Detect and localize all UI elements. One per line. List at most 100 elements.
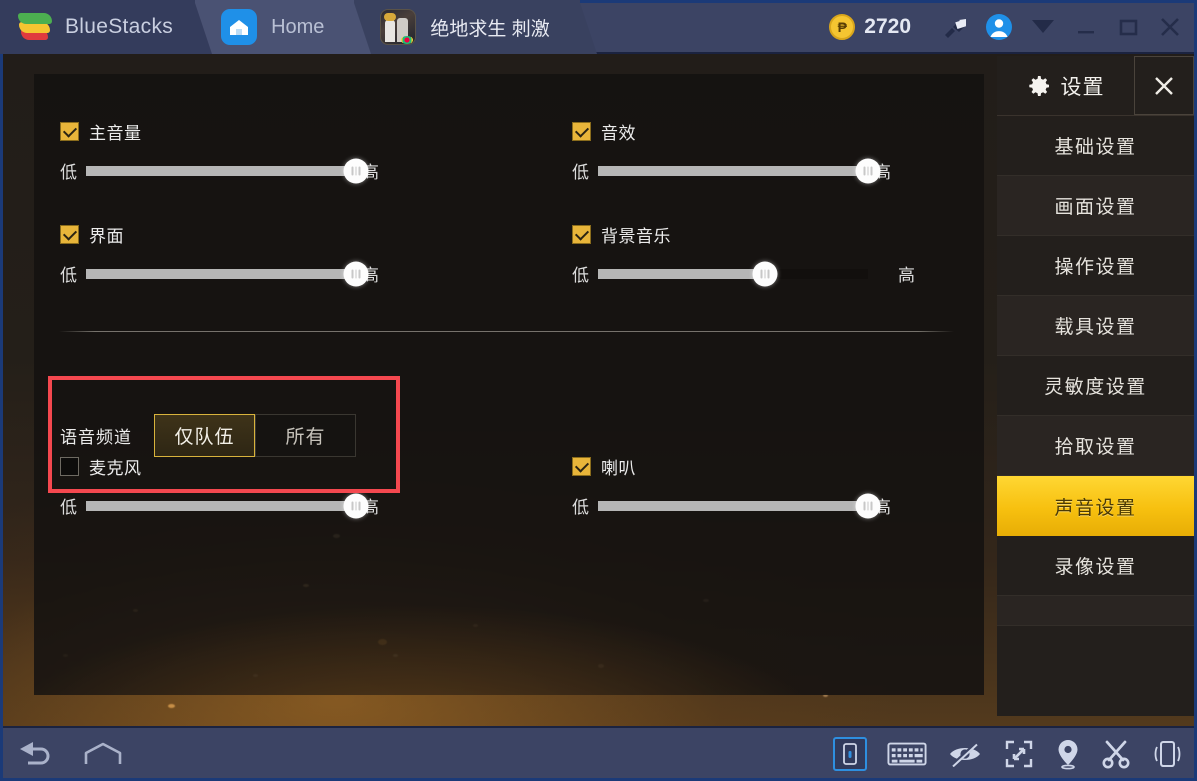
setting-speaker: 喇叭 低 高 xyxy=(572,454,962,518)
slider-low-label: 低 xyxy=(572,163,589,182)
slider-thumb[interactable] xyxy=(855,158,881,183)
voice-channel-label: 语音频道 xyxy=(60,428,132,447)
slider-low-label: 低 xyxy=(60,163,77,182)
setting-interface: 界面 低 高 xyxy=(60,222,450,286)
slider-fill xyxy=(86,268,356,279)
tab-home[interactable]: Home xyxy=(195,0,372,54)
master-volume-label: 主音量 xyxy=(89,124,142,143)
interface-slider[interactable] xyxy=(86,261,369,286)
slider-fill xyxy=(598,165,868,176)
setting-background-music: 背景音乐 低 高 xyxy=(572,222,962,286)
sound-effects-checkbox[interactable] xyxy=(572,122,591,141)
section-divider xyxy=(59,331,954,332)
shake-device-icon[interactable] xyxy=(1151,739,1183,769)
bottom-tools-group xyxy=(833,736,1197,771)
fullscreen-icon[interactable] xyxy=(1003,738,1035,770)
slider-thumb[interactable] xyxy=(343,158,369,183)
voice-channel-segmented-control: 仅队伍 所有 xyxy=(154,414,356,457)
settings-sidebar-header: 设置 xyxy=(997,56,1194,116)
tab-home-label: Home xyxy=(271,15,325,38)
voice-channel-option-team[interactable]: 仅队伍 xyxy=(154,414,255,457)
master-volume-slider[interactable] xyxy=(86,158,369,183)
background-music-checkbox-row[interactable]: 背景音乐 xyxy=(572,222,962,247)
background-music-label: 背景音乐 xyxy=(601,227,671,246)
slider-fill xyxy=(598,268,765,279)
sound-effects-slider[interactable] xyxy=(598,158,881,183)
microphone-slider-row[interactable]: 低 高 xyxy=(60,493,450,518)
setting-sound-effects: 音效 低 高 xyxy=(572,119,962,183)
sidebar-item-pickup-settings[interactable]: 拾取设置 xyxy=(997,416,1194,476)
voice-channel-option-all[interactable]: 所有 xyxy=(255,414,356,457)
microphone-checkbox[interactable] xyxy=(60,457,79,476)
slider-thumb[interactable] xyxy=(343,261,369,286)
microphone-checkbox-row[interactable]: 麦克风 xyxy=(60,454,450,479)
slider-low-label: 低 xyxy=(572,498,589,517)
voice-channel-row: 语音频道 仅队伍 所有 xyxy=(60,414,356,457)
interface-checkbox-row[interactable]: 界面 xyxy=(60,222,450,247)
setting-master-volume: 主音量 低 高 xyxy=(60,119,450,183)
minimize-icon[interactable] xyxy=(1065,0,1107,54)
background-music-slider-row[interactable]: 低 高 xyxy=(572,261,962,286)
game-viewport: 主音量 低 高 音效 低 高 界面 低 高 背景音乐 低 高 语音频道 仅队伍 … xyxy=(3,54,1194,726)
phone-portrait-icon[interactable] xyxy=(833,736,867,771)
master-volume-checkbox[interactable] xyxy=(60,122,79,141)
sidebar-item-recording-settings[interactable]: 录像设置 xyxy=(997,536,1194,596)
slider-thumb[interactable] xyxy=(855,493,881,518)
gear-icon xyxy=(1028,75,1049,96)
sidebar-item-sensitivity-settings[interactable]: 灵敏度设置 xyxy=(997,356,1194,416)
location-pin-icon[interactable] xyxy=(1055,738,1081,770)
coin-amount: 2720 xyxy=(864,15,911,38)
interface-label: 界面 xyxy=(89,227,124,246)
sound-effects-slider-row[interactable]: 低 高 xyxy=(572,158,962,183)
coin-balance[interactable]: ₱ 2720 xyxy=(829,14,911,40)
home-icon xyxy=(221,9,258,45)
slider-thumb[interactable] xyxy=(343,493,369,518)
slider-high-label: 高 xyxy=(898,266,915,285)
eye-slash-icon[interactable] xyxy=(947,741,983,767)
settings-close-button[interactable] xyxy=(1134,56,1194,115)
titlebar-spacer xyxy=(580,0,830,54)
sidebar-item-vehicle-settings[interactable]: 载具设置 xyxy=(997,296,1194,356)
settings-sidebar: 设置 基础设置 画面设置 操作设置 载具设置 灵敏度设置 拾取设置 声音设置 录… xyxy=(997,56,1194,716)
chevron-down-icon[interactable] xyxy=(1021,0,1065,54)
bluestacks-logo-icon xyxy=(18,12,52,42)
sidebar-item-display-settings[interactable]: 画面设置 xyxy=(997,176,1194,236)
tab-game-label: 绝地求生 刺激 xyxy=(430,18,550,40)
sound-effects-label: 音效 xyxy=(601,124,636,143)
sidebar-item-sound-settings[interactable]: 声音设置 xyxy=(997,476,1194,536)
settings-title-group: 设置 xyxy=(997,56,1134,115)
bottom-toolbar xyxy=(0,726,1197,781)
title-bar: BlueStacks Home 绝地求生 刺激 ₱ 2720 xyxy=(0,0,1197,54)
speaker-checkbox-row[interactable]: 喇叭 xyxy=(572,454,962,479)
sidebar-item-control-settings[interactable]: 操作设置 xyxy=(997,236,1194,296)
scissors-icon[interactable] xyxy=(1101,739,1131,769)
background-music-checkbox[interactable] xyxy=(572,225,591,244)
speaker-checkbox[interactable] xyxy=(572,457,591,476)
speaker-slider[interactable] xyxy=(598,493,881,518)
microphone-label: 麦克风 xyxy=(89,459,142,478)
home-nav-icon[interactable] xyxy=(82,740,124,768)
bluestacks-window: BlueStacks Home 绝地求生 刺激 ₱ 2720 主音量 低 高 音… xyxy=(0,0,1197,781)
bg-particle xyxy=(168,704,175,708)
microphone-slider[interactable] xyxy=(86,493,369,518)
back-icon[interactable] xyxy=(16,739,56,769)
slider-fill xyxy=(86,165,356,176)
keyboard-icon[interactable] xyxy=(887,739,927,769)
master-volume-slider-row[interactable]: 低 高 xyxy=(60,158,450,183)
slider-thumb[interactable] xyxy=(752,261,778,286)
account-avatar-icon[interactable] xyxy=(977,0,1021,54)
speaker-slider-row[interactable]: 低 高 xyxy=(572,493,962,518)
interface-checkbox[interactable] xyxy=(60,225,79,244)
background-music-slider[interactable] xyxy=(598,261,868,286)
tab-game[interactable]: 绝地求生 刺激 xyxy=(354,0,598,54)
maximize-icon[interactable] xyxy=(1107,0,1149,54)
speaker-label: 喇叭 xyxy=(601,459,636,478)
brush-icon[interactable] xyxy=(933,0,977,54)
master-volume-checkbox-row[interactable]: 主音量 xyxy=(60,119,450,144)
sidebar-item-basic-settings[interactable]: 基础设置 xyxy=(997,116,1194,176)
interface-slider-row[interactable]: 低 高 xyxy=(60,261,450,286)
close-icon[interactable] xyxy=(1149,0,1191,54)
brand-tab[interactable]: BlueStacks xyxy=(0,0,213,54)
sound-effects-checkbox-row[interactable]: 音效 xyxy=(572,119,962,144)
sidebar-item-empty xyxy=(997,596,1194,626)
